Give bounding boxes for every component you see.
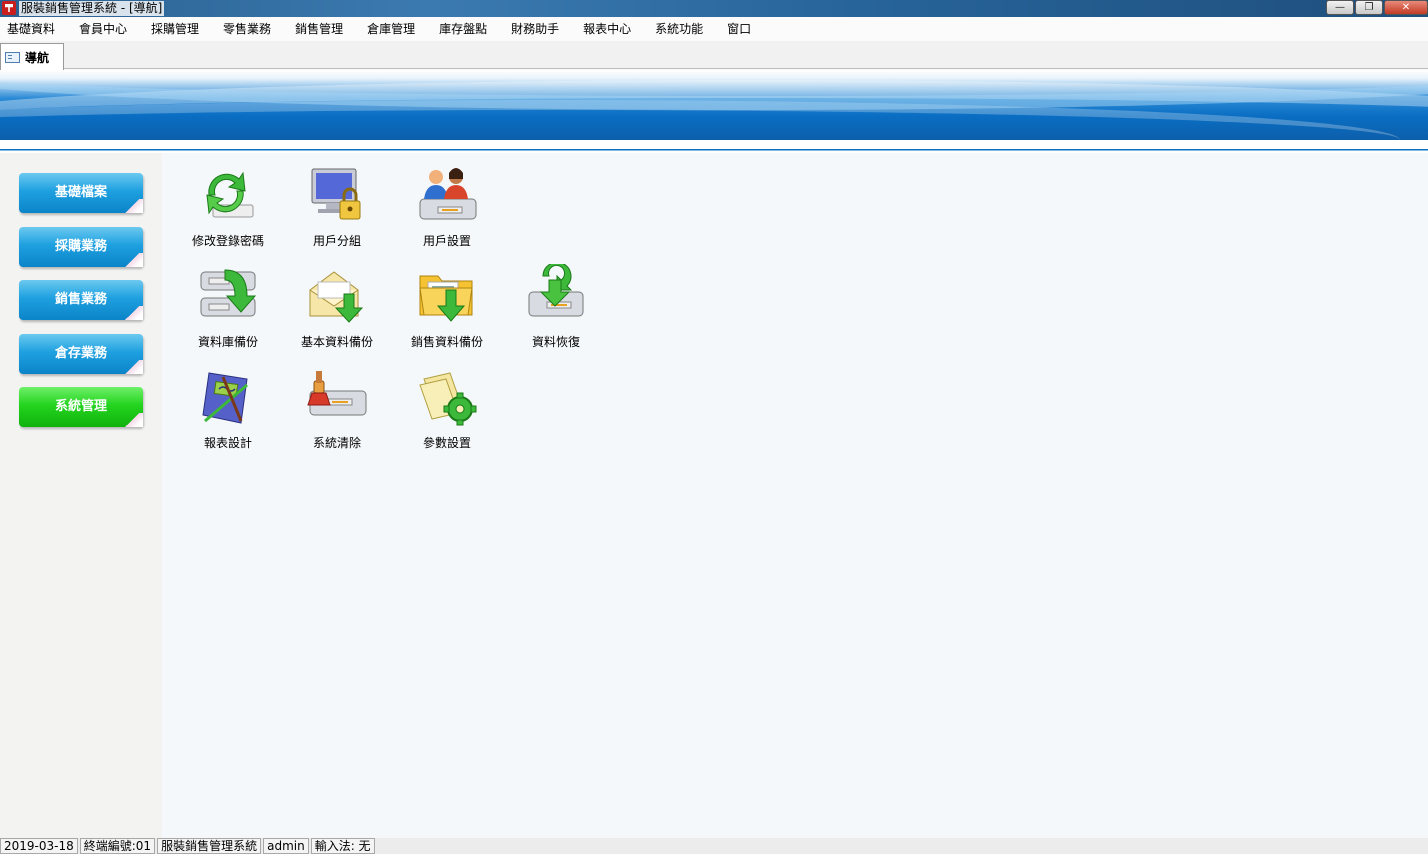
menu-finance[interactable]: 財務助手 [511, 17, 559, 41]
sidebar-item-label: 採購業務 [54, 239, 107, 254]
menu-member-center[interactable]: 會員中心 [79, 17, 127, 41]
tile-label: 參數設置 [422, 436, 471, 450]
menu-reports[interactable]: 報表中心 [583, 17, 631, 41]
status-user: admin [263, 838, 309, 854]
tile-system-clear[interactable]: 系統清除 [282, 357, 392, 453]
main-panel: * 修改登錄密碼 用戶分組 用戶設置 資料庫備份 基本資料備份 銷售資料備份 資… [162, 153, 1428, 838]
sidebar-item-purchasing[interactable]: 採購業務 [19, 227, 143, 267]
app-logo-icon [2, 1, 16, 15]
status-bar: 2019-03-18 終端編號:01 服裝銷售管理系統 admin 輸入法: 无 [0, 838, 1428, 854]
title-bar: 服裝銷售管理系統 - [導航] — ❐ ✕ [0, 0, 1428, 17]
tile-user-groups[interactable]: 用戶分組 [282, 155, 392, 251]
tile-change-password[interactable]: * 修改登錄密碼 [173, 155, 283, 251]
tile-label: 銷售資料備份 [410, 335, 483, 349]
system-clear-icon [307, 371, 367, 416]
folder-backup-icon [419, 275, 473, 322]
navigation-tab-icon [5, 51, 20, 63]
status-date: 2019-03-18 [0, 838, 78, 854]
menu-sales[interactable]: 銷售管理 [295, 17, 343, 41]
sidebar-item-basic-files[interactable]: 基礎檔案 [19, 173, 143, 213]
mail-backup-icon [309, 271, 364, 323]
tab-navigation[interactable]: 導航 [0, 43, 64, 70]
minimize-button[interactable]: — [1326, 0, 1354, 15]
tile-basic-data-backup[interactable]: 基本資料備份 [282, 256, 392, 352]
tile-data-restore[interactable]: 資料恢復 [501, 256, 611, 352]
report-design-icon [202, 372, 248, 424]
monitor-lock-icon [311, 168, 361, 220]
sidebar-item-system-management[interactable]: 系統管理 [19, 387, 143, 427]
tile-report-design[interactable]: 報表設計 [173, 357, 283, 453]
settings-gear-icon [419, 372, 477, 426]
tab-label: 導航 [25, 50, 50, 65]
sidebar-item-label: 倉存業務 [54, 346, 107, 361]
restore-button[interactable]: ❐ [1355, 0, 1383, 15]
tile-label: 修改登錄密碼 [191, 234, 264, 248]
tile-label: 用戶分組 [312, 234, 361, 248]
menu-warehouse[interactable]: 倉庫管理 [367, 17, 415, 41]
menu-window[interactable]: 窗口 [727, 17, 751, 41]
sidebar-item-label: 銷售業務 [54, 292, 107, 307]
sidebar-item-label: 基礎檔案 [54, 185, 107, 200]
close-button[interactable]: ✕ [1384, 0, 1428, 15]
window-title: 服裝銷售管理系統 - [導航] [19, 1, 165, 16]
menu-retail[interactable]: 零售業務 [223, 17, 271, 41]
sidebar-item-sales[interactable]: 銷售業務 [19, 280, 143, 320]
data-restore-icon [528, 264, 584, 317]
tile-sales-data-backup[interactable]: 銷售資料備份 [392, 256, 502, 352]
menu-inventory[interactable]: 庫存盤點 [439, 17, 487, 41]
tile-user-settings[interactable]: 用戶設置 [392, 155, 502, 251]
menu-purchase[interactable]: 採購管理 [151, 17, 199, 41]
menu-bar: 基礎資料 會員中心 採購管理 零售業務 銷售管理 倉庫管理 庫存盤點 財務助手 … [0, 17, 1428, 41]
status-terminal: 終端編號:01 [79, 838, 156, 854]
menu-basic-data[interactable]: 基礎資料 [7, 17, 55, 41]
users-drive-icon [419, 168, 477, 220]
sidebar-item-label: 系統管理 [54, 399, 107, 414]
tile-label: 資料庫備份 [197, 335, 258, 349]
tile-label: 基本資料備份 [300, 335, 373, 349]
database-backup-icon [200, 269, 257, 317]
status-input-method: 輸入法: 无 [310, 838, 375, 854]
header-banner [0, 70, 1428, 140]
tab-strip: 導航 [0, 41, 1428, 70]
tile-database-backup[interactable]: 資料庫備份 [173, 256, 283, 352]
sidebar: 基礎檔案 採購業務 銷售業務 倉存業務 系統管理 [0, 153, 162, 838]
tile-label: 用戶設置 [422, 234, 471, 248]
window-controls: — ❐ ✕ [1325, 0, 1428, 17]
sidebar-item-warehouse[interactable]: 倉存業務 [19, 334, 143, 374]
tile-label: 系統清除 [312, 436, 361, 450]
tile-label: 資料恢復 [531, 335, 580, 349]
tile-parameter-settings[interactable]: 參數設置 [392, 357, 502, 453]
key-refresh-icon: * [206, 171, 254, 218]
tile-label: 報表設計 [203, 436, 252, 450]
menu-system[interactable]: 系統功能 [655, 17, 703, 41]
status-system-name: 服裝銷售管理系統 [157, 838, 262, 854]
banner-divider [0, 140, 1428, 153]
